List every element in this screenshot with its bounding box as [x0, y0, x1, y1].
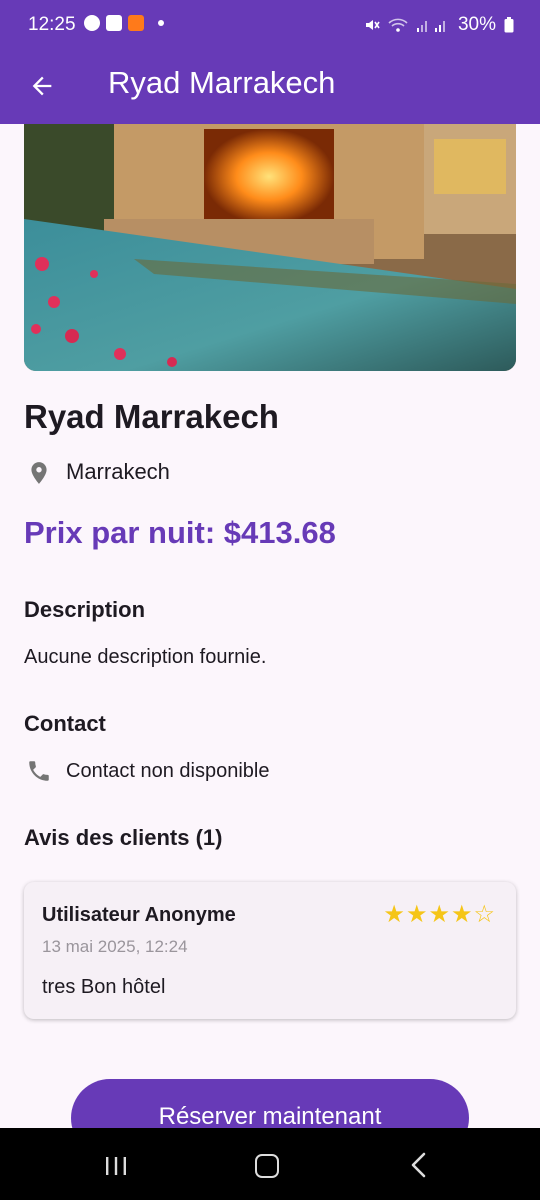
price-per-night: Prix par nuit: $413.68	[24, 515, 336, 550]
home-icon[interactable]	[255, 1154, 279, 1178]
review-text: tres Bon hôtel	[42, 976, 166, 998]
status-system-icons: 30%	[364, 14, 514, 36]
review-user: Utilisateur Anonyme	[42, 904, 236, 926]
recent-apps-icon[interactable]	[104, 1156, 128, 1176]
status-bar: 12:25 30%	[0, 0, 540, 50]
hotel-name: Ryad Marrakech	[24, 398, 279, 435]
review-date: 13 mai 2025, 12:24	[42, 937, 188, 956]
arrow-left-icon	[32, 76, 52, 96]
description-text: Aucune description fournie.	[24, 646, 267, 668]
gallery-icon	[106, 15, 122, 31]
phone-icon	[29, 761, 49, 781]
back-button[interactable]	[22, 66, 62, 106]
app-notification-icon	[128, 15, 144, 31]
reviews-heading: Avis des clients (1)	[24, 825, 223, 850]
battery-percent: 30%	[457, 14, 496, 35]
facebook-icon	[84, 15, 100, 31]
system-back-icon[interactable]	[410, 1152, 428, 1178]
contact-heading: Contact	[24, 711, 106, 736]
more-notifications-dot	[158, 20, 164, 26]
system-nav-bar	[0, 1128, 540, 1200]
status-notification-icons	[84, 15, 164, 31]
signal-icon	[416, 21, 445, 32]
app-bar: Ryad Marrakech	[0, 50, 540, 124]
mute-icon	[365, 20, 380, 30]
contact-text: Contact non disponible	[66, 760, 270, 782]
wifi-icon	[388, 18, 408, 32]
review-card: Utilisateur Anonyme ★★★★☆ 13 mai 2025, 1…	[24, 882, 516, 1019]
location-pin-icon	[31, 462, 47, 484]
review-star-rating: ★★★★☆	[383, 901, 496, 928]
status-time: 12:25	[28, 14, 76, 35]
hotel-photo-illustration	[24, 124, 516, 371]
battery-icon	[504, 17, 514, 33]
app-bar-title: Ryad Marrakech	[108, 65, 336, 100]
hotel-location: Marrakech	[66, 459, 170, 484]
hotel-photo	[24, 124, 516, 371]
description-heading: Description	[24, 597, 146, 622]
